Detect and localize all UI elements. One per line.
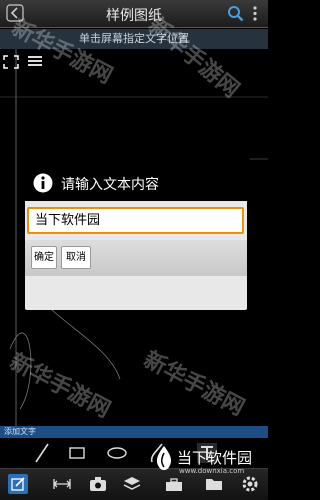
edit-icon[interactable]: [8, 474, 28, 494]
brand-watermark: 当下软件园 www.downxia.com: [153, 445, 265, 489]
rectangle-tool-icon[interactable]: [68, 442, 86, 464]
search-icon[interactable]: [227, 5, 244, 22]
cancel-button[interactable]: 取消: [61, 246, 91, 269]
dialog-header: 请输入文本内容: [25, 168, 247, 201]
fullscreen-icon[interactable]: [3, 55, 19, 69]
dialog-title: 请输入文本内容: [61, 177, 159, 193]
ellipse-tool-icon[interactable]: [106, 442, 128, 464]
more-menu-icon[interactable]: [248, 5, 262, 22]
dialog-button-bar: [25, 240, 247, 276]
text-input-dialog: 请输入文本内容 当下软件园 确定 取消: [25, 168, 247, 310]
mode-label-bar: 添加文字: [0, 426, 268, 438]
measure-icon[interactable]: [52, 474, 72, 494]
text-input-field[interactable]: 当下软件园: [27, 207, 244, 234]
camera-icon[interactable]: [88, 474, 108, 494]
ok-button[interactable]: 确定: [31, 246, 57, 269]
layers-icon[interactable]: [122, 474, 142, 494]
pen-tool-icon[interactable]: [34, 442, 50, 464]
brand-name: 当下软件园: [177, 449, 253, 467]
info-icon: [33, 173, 53, 193]
brand-url: www.downxia.com: [179, 467, 245, 475]
list-icon[interactable]: [28, 55, 42, 67]
brand-logo-icon: [156, 446, 172, 470]
